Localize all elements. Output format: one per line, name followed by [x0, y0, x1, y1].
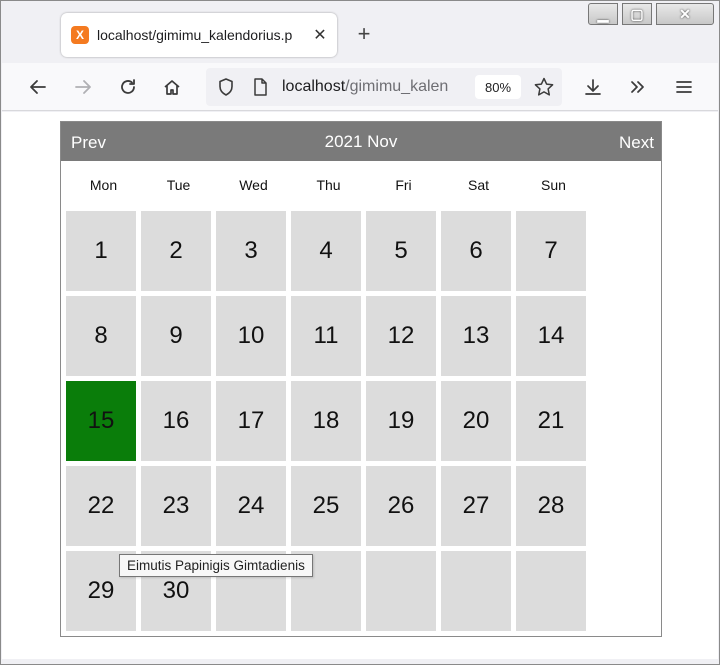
minimize-icon: ▁: [597, 5, 609, 22]
download-icon[interactable]: [581, 75, 605, 99]
weekday-label: Thu: [316, 177, 341, 193]
day-cell-13[interactable]: 13: [441, 296, 511, 376]
home-icon[interactable]: [160, 75, 184, 99]
reload-icon[interactable]: [116, 75, 140, 99]
day-cell-10[interactable]: 10: [216, 296, 286, 376]
tab-title: localhost/gimimu_kalendorius.p: [97, 27, 293, 43]
calendar-header: Prev 2021 Nov Next: [61, 122, 661, 161]
page-content: Prev 2021 Nov Next Mon Tue Wed Thu Fri S…: [2, 112, 718, 659]
day-cell-5[interactable]: 5: [366, 211, 436, 291]
maximize-button[interactable]: ▢: [622, 3, 652, 25]
page-info-icon[interactable]: [248, 75, 272, 99]
shield-icon[interactable]: [214, 75, 238, 99]
day-cell-24[interactable]: 24: [216, 466, 286, 546]
minimize-button[interactable]: ▁: [588, 3, 618, 25]
day-cell-3[interactable]: 3: [216, 211, 286, 291]
browser-tab[interactable]: X localhost/gimimu_kalendorius.p ✕: [61, 13, 337, 57]
calendar-title: 2021 Nov: [324, 132, 398, 151]
next-month-link[interactable]: Next: [619, 133, 654, 153]
day-cell-2[interactable]: 2: [141, 211, 211, 291]
day-cell-1[interactable]: 1: [66, 211, 136, 291]
event-tooltip: Eimutis Papinigis Gimtadienis: [119, 554, 313, 577]
day-cell-7[interactable]: 7: [516, 211, 586, 291]
day-cell-26[interactable]: 26: [366, 466, 436, 546]
day-cell-4[interactable]: 4: [291, 211, 361, 291]
maximize-icon: ▢: [630, 5, 644, 22]
day-cell-14[interactable]: 14: [516, 296, 586, 376]
empty-day-cell: [516, 551, 586, 631]
day-cell-8[interactable]: 8: [66, 296, 136, 376]
day-cell-9[interactable]: 9: [141, 296, 211, 376]
overflow-chevron-icon[interactable]: [626, 75, 650, 99]
day-cell-27[interactable]: 27: [441, 466, 511, 546]
title-bar: X localhost/gimimu_kalendorius.p ✕ + ▁ ▢…: [1, 1, 719, 63]
back-icon[interactable]: [26, 75, 50, 99]
empty-day-cell: [366, 551, 436, 631]
day-cell-15[interactable]: 15: [66, 381, 136, 461]
address-bar[interactable]: localhost/gimimu_kalen 80%: [206, 68, 562, 106]
tab-close-icon[interactable]: ✕: [311, 25, 329, 45]
forward-icon[interactable]: [71, 75, 95, 99]
day-cell-12[interactable]: 12: [366, 296, 436, 376]
url-path: /gimimu_kalen: [345, 78, 449, 95]
day-cell-22[interactable]: 22: [66, 466, 136, 546]
close-window-button[interactable]: ✕: [656, 3, 714, 25]
day-cell-20[interactable]: 20: [441, 381, 511, 461]
navigation-toolbar: localhost/gimimu_kalen 80%: [2, 63, 718, 111]
weekday-label: Sat: [467, 177, 489, 193]
day-cell-11[interactable]: 11: [291, 296, 361, 376]
xampp-favicon-icon: X: [71, 26, 89, 44]
hamburger-menu-icon[interactable]: [672, 75, 696, 99]
day-cell-21[interactable]: 21: [516, 381, 586, 461]
bookmark-star-icon[interactable]: [532, 75, 556, 99]
day-cell-16[interactable]: 16: [141, 381, 211, 461]
new-tab-icon[interactable]: +: [353, 21, 375, 47]
url-text[interactable]: localhost/gimimu_kalen: [282, 78, 466, 96]
browser-window: X localhost/gimimu_kalendorius.p ✕ + ▁ ▢…: [0, 0, 720, 665]
weekday-label: Tue: [166, 177, 191, 193]
day-cell-18[interactable]: 18: [291, 381, 361, 461]
empty-day-cell: [441, 551, 511, 631]
weekday-label: Fri: [395, 177, 412, 193]
weekday-label: Mon: [89, 177, 118, 193]
day-cell-23[interactable]: 23: [141, 466, 211, 546]
day-cell-17[interactable]: 17: [216, 381, 286, 461]
weekday-label: Wed: [239, 177, 268, 193]
day-cell-25[interactable]: 25: [291, 466, 361, 546]
weekday-header-row: Mon Tue Wed Thu Fri Sat Sun: [66, 177, 591, 193]
zoom-level-button[interactable]: 80%: [475, 75, 521, 99]
day-cell-6[interactable]: 6: [441, 211, 511, 291]
day-cell-28[interactable]: 28: [516, 466, 586, 546]
weekday-label: Sun: [541, 177, 566, 193]
day-cell-19[interactable]: 19: [366, 381, 436, 461]
close-icon: ✕: [679, 5, 691, 22]
url-host: localhost: [282, 78, 346, 95]
